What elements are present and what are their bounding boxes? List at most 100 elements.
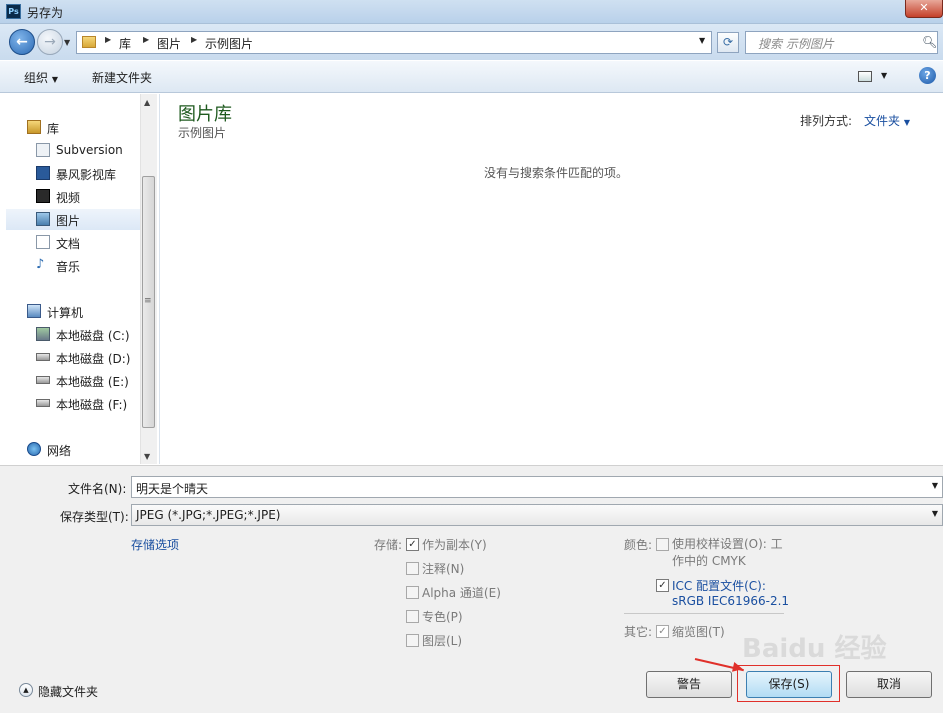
warning-button[interactable]: 警告 <box>646 671 732 698</box>
filename-field[interactable]: 明天是个晴天 ▼ <box>131 476 943 498</box>
back-button[interactable]: ← <box>9 29 35 55</box>
chevron-up-icon[interactable]: ▲ <box>19 683 33 697</box>
thumbnail-checkbox[interactable]: ✓ <box>656 625 669 638</box>
color-label: 颜色: <box>624 538 653 552</box>
close-icon: ✕ <box>919 1 929 14</box>
breadcrumb-item-sample-pictures[interactable]: 示例图片 <box>205 35 253 52</box>
window-title: 另存为 <box>27 6 64 20</box>
new-folder-button[interactable]: 新建文件夹 <box>92 69 152 86</box>
sort-dropdown[interactable]: 文件夹 ▼ <box>864 112 910 129</box>
nav-item-documents[interactable]: 文档 <box>6 232 141 253</box>
file-list-pane[interactable]: 图片库 示例图片 排列方式: 文件夹 ▼ 没有与搜索条件匹配的项。 <box>159 94 943 464</box>
nav-item-drive-e[interactable]: 本地磁盘 (E:) <box>6 370 141 391</box>
icc-profile-label: ICC 配置文件(C): <box>672 579 766 593</box>
chevron-down-icon[interactable]: ▼ <box>932 509 938 518</box>
back-arrow-icon: ← <box>16 34 28 50</box>
other-label: 其它: <box>624 625 653 639</box>
filename-label: 文件名(N): <box>68 482 127 496</box>
breadcrumb-item-pictures[interactable]: 图片 <box>157 35 181 52</box>
folder-icon <box>82 36 96 48</box>
chevron-right-icon[interactable]: ▶ <box>105 35 111 44</box>
divider <box>624 613 784 614</box>
proof-setup-checkbox[interactable] <box>656 538 669 551</box>
nav-item-subversion[interactable]: Subversion <box>6 140 141 161</box>
annotations-checkbox[interactable] <box>406 562 419 575</box>
chevron-right-icon[interactable]: ▶ <box>191 35 197 44</box>
scroll-down-icon[interactable]: ▼ <box>144 452 150 461</box>
layers-checkbox[interactable] <box>406 634 419 647</box>
save-type-select[interactable]: JPEG (*.JPG;*.JPEG;*.JPE) ▼ <box>131 504 943 526</box>
icc-profile-checkbox[interactable]: ✓ <box>656 579 669 592</box>
help-icon[interactable]: ? <box>919 67 936 84</box>
refresh-button[interactable]: ⟳ <box>717 32 739 53</box>
save-button[interactable]: 保存(S) <box>746 671 832 698</box>
breadcrumb-item-libraries[interactable]: 库 <box>119 35 131 52</box>
system-drive-icon <box>36 327 50 341</box>
title-bar: Ps 另存为 ✕ <box>0 0 943 24</box>
nav-item-videos[interactable]: 视频 <box>6 186 141 207</box>
view-options-icon[interactable] <box>858 71 872 82</box>
save-type-label: 保存类型(T): <box>60 510 129 524</box>
history-dropdown-icon[interactable]: ▼ <box>64 38 74 48</box>
storage-options-link[interactable]: 存储选项 <box>131 536 179 553</box>
close-button[interactable]: ✕ <box>905 0 943 18</box>
annotations-label: 注释(N) <box>422 562 465 576</box>
forward-button[interactable]: → <box>37 29 63 55</box>
alpha-channels-label: Alpha 通道(E) <box>422 586 501 600</box>
nav-item-network[interactable]: 网络 <box>6 439 141 460</box>
hard-drive-icon <box>36 399 50 407</box>
sort-label: 排列方式: <box>800 114 853 128</box>
organize-menu[interactable]: 组织 ▼ <box>24 69 58 86</box>
nav-item-baofeng[interactable]: 暴风影视库 <box>6 163 141 184</box>
library-folder-icon <box>27 120 41 134</box>
video-library-icon <box>36 166 50 180</box>
alpha-channels-checkbox[interactable] <box>406 586 419 599</box>
nav-item-libraries[interactable]: 库 <box>6 117 141 138</box>
chevron-down-icon[interactable]: ▼ <box>881 71 887 80</box>
as-copy-checkbox[interactable]: ✓ <box>406 538 419 551</box>
refresh-icon: ⟳ <box>722 35 734 49</box>
nav-item-drive-f[interactable]: 本地磁盘 (F:) <box>6 393 141 414</box>
layers-label: 图层(L) <box>422 634 463 648</box>
hard-drive-icon <box>36 376 50 384</box>
cancel-button[interactable]: 取消 <box>846 671 932 698</box>
baidu-watermark: Baidu 经验 <box>742 634 887 664</box>
nav-item-music[interactable]: ♪ 音乐 <box>6 255 141 276</box>
as-copy-label: 作为副本(Y) <box>422 538 487 552</box>
computer-icon <box>27 304 41 318</box>
thumbnail-label: 缩览图(T) <box>672 625 725 639</box>
hide-folders-button[interactable]: 隐藏文件夹 <box>38 683 98 700</box>
storage-label: 存储: <box>374 538 403 552</box>
nav-item-drive-d[interactable]: 本地磁盘 (D:) <box>6 347 141 368</box>
scroll-up-icon[interactable]: ▲ <box>144 98 150 107</box>
photoshop-icon: Ps <box>6 4 21 19</box>
path-dropdown-icon[interactable]: ▼ <box>699 36 705 45</box>
chevron-right-icon[interactable]: ▶ <box>143 35 149 44</box>
library-title: 图片库 <box>178 104 232 125</box>
proof-setup-label: 使用校样设置(O): 工作中的 CMYK <box>672 537 783 568</box>
chevron-down-icon[interactable]: ▼ <box>932 481 938 490</box>
nav-item-computer[interactable]: 计算机 <box>6 301 141 322</box>
command-toolbar: 组织 ▼ 新建文件夹 ▼ ? <box>0 60 943 93</box>
spot-colors-label: 专色(P) <box>422 610 463 624</box>
navigation-pane: 库 Subversion 暴风影视库 视频 图片 文档 ♪ 音乐 计算机 本地磁… <box>6 94 157 464</box>
spot-colors-checkbox[interactable] <box>406 610 419 623</box>
network-icon <box>27 442 41 456</box>
search-placeholder: 搜索 示例图片 <box>758 37 834 51</box>
picture-icon <box>36 212 50 226</box>
library-subtitle: 示例图片 <box>178 126 227 140</box>
forward-arrow-icon: → <box>44 34 56 50</box>
breadcrumb[interactable]: ▶ 库 ▶ 图片 ▶ 示例图片 ▼ <box>76 31 712 54</box>
search-icon[interactable]: 🔍︎ <box>922 35 937 49</box>
empty-message: 没有与搜索条件匹配的项。 <box>484 166 629 180</box>
nav-item-drive-c[interactable]: 本地磁盘 (C:) <box>6 324 141 345</box>
nav-item-pictures[interactable]: 图片 <box>6 209 141 230</box>
hard-drive-icon <box>36 353 50 361</box>
music-note-icon: ♪ <box>36 257 45 272</box>
film-icon <box>36 189 50 203</box>
search-input[interactable]: 搜索 示例图片 🔍︎ <box>745 31 938 54</box>
document-icon <box>36 143 50 157</box>
address-bar: ← → ▼ ▶ 库 ▶ 图片 ▶ 示例图片 ▼ ⟳ 搜索 示例图片 🔍︎ <box>0 24 943 60</box>
scroll-grip-icon: ≡ <box>144 296 152 306</box>
chevron-down-icon: ▼ <box>51 75 58 84</box>
